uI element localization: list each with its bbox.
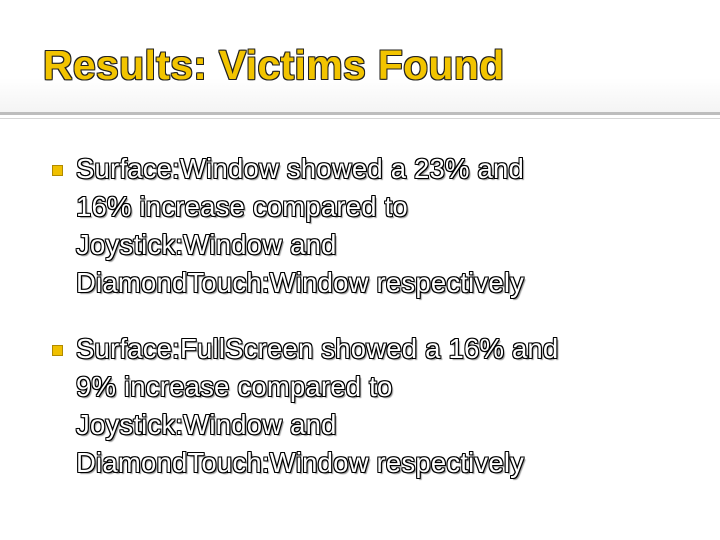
bullet-text: Surface:Window showed a 23% and 16% incr… (76, 150, 680, 302)
title-divider-thin (0, 118, 720, 119)
bullet-line: Surface:Window showed a 23% and (76, 153, 524, 184)
bullet-line: DiamondTouch:Window respectively (76, 447, 525, 478)
slide-title: Results: Victims Found (43, 42, 505, 88)
bullet-line: DiamondTouch:Window respectively (76, 267, 525, 298)
square-bullet-icon (52, 165, 63, 176)
bullet-list: Surface:Window showed a 23% and 16% incr… (0, 150, 720, 510)
bullet-text: Surface:FullScreen showed a 16% and 9% i… (76, 330, 680, 482)
bullet-line: 16% increase compared to (76, 191, 408, 222)
title-divider (0, 112, 720, 115)
square-bullet-icon (52, 345, 63, 356)
bullet-line: 9% increase compared to (76, 371, 393, 402)
slide: Results: Victims Found Surface:Window sh… (0, 0, 720, 540)
bullet-item: Surface:Window showed a 23% and 16% incr… (0, 150, 720, 302)
bullet-line: Surface:FullScreen showed a 16% and (76, 333, 559, 364)
bullet-line: Joystick:Window and (76, 229, 337, 260)
bullet-item: Surface:FullScreen showed a 16% and 9% i… (0, 330, 720, 482)
bullet-line: Joystick:Window and (76, 409, 337, 440)
